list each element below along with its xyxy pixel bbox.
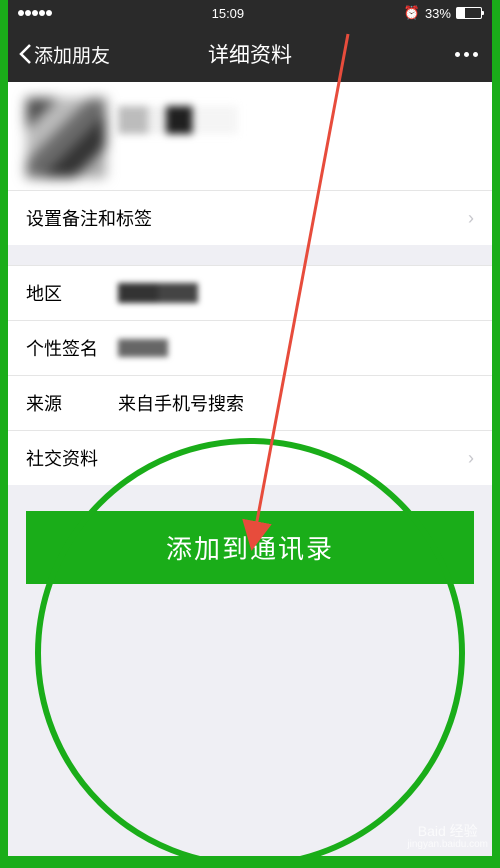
source-cell: 来源 来自手机号搜索 — [8, 375, 492, 430]
region-value — [118, 283, 198, 303]
watermark: Baid 经验 jingyan.baidu.com — [407, 824, 488, 850]
chevron-right-icon: › — [468, 208, 474, 229]
region-label: 地区 — [26, 280, 118, 306]
nickname — [118, 106, 238, 134]
set-remark-tags-cell[interactable]: 设置备注和标签 › — [8, 190, 492, 245]
social-info-cell[interactable]: 社交资料 › — [8, 430, 492, 485]
back-label: 添加朋友 — [34, 41, 110, 68]
battery-pct: 33% — [425, 6, 451, 21]
signal-icon — [18, 10, 52, 16]
signature-label: 个性签名 — [26, 335, 118, 361]
alarm-icon: ⏰ — [404, 5, 420, 21]
back-button[interactable]: 添加朋友 — [18, 41, 110, 68]
page-title: 详细资料 — [208, 39, 292, 69]
region-cell: 地区 — [8, 265, 492, 320]
chevron-right-icon: › — [468, 448, 474, 469]
source-value: 来自手机号搜索 — [118, 390, 474, 416]
status-bar: 15:09 ⏰ 33% — [8, 0, 492, 26]
cell-label: 设置备注和标签 — [26, 205, 152, 231]
nav-bar: 添加朋友 详细资料 — [8, 26, 492, 82]
add-to-contacts-button[interactable]: 添加到通讯录 — [26, 511, 474, 584]
signature-cell: 个性签名 — [8, 320, 492, 375]
social-label: 社交资料 — [26, 445, 118, 471]
add-button-label: 添加到通讯录 — [166, 534, 334, 564]
source-label: 来源 — [26, 390, 118, 416]
battery-icon — [456, 7, 482, 19]
status-time: 15:09 — [212, 6, 245, 21]
profile-header[interactable] — [8, 82, 492, 190]
more-button[interactable] — [455, 52, 478, 57]
avatar — [26, 98, 106, 178]
signature-value — [118, 339, 168, 357]
chevron-left-icon — [18, 43, 32, 65]
